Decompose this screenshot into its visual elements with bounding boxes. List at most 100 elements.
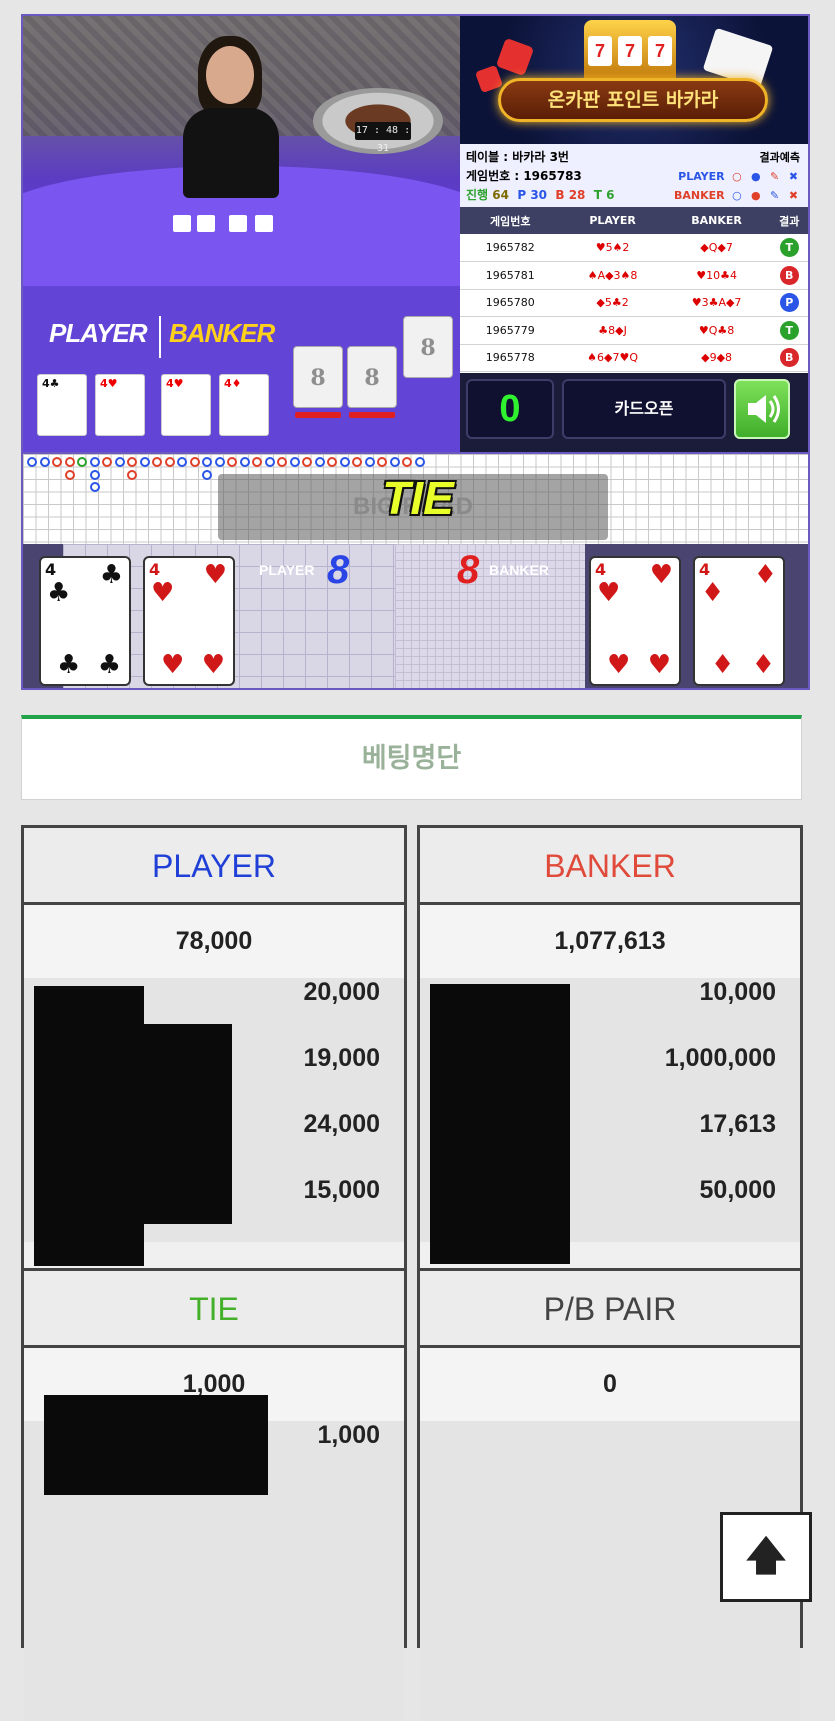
banker-score-label: BANKER bbox=[489, 562, 549, 578]
tie-count: T 6 bbox=[593, 188, 615, 202]
road-marker bbox=[227, 457, 237, 467]
road-marker bbox=[127, 457, 137, 467]
card-shoe: 8 bbox=[403, 316, 453, 378]
table-row: 1965778 ♠6◆7♥Q ◆9◆8 B bbox=[460, 344, 808, 372]
result-strip: 4 ♣ ♣ ♣ ♣ 4 ♥ ♥ ♥ ♥ PLAYER 8 8 BANKER 4 … bbox=[23, 544, 808, 688]
player-score: 8 bbox=[327, 548, 350, 592]
result-badge-cell: T bbox=[768, 316, 808, 345]
close-icon[interactable]: ✖ bbox=[787, 186, 800, 205]
player-bets-box: PLAYER 78,000 20,000 19,000 24,000 15,00… bbox=[21, 825, 407, 1271]
road-marker bbox=[64, 469, 75, 480]
road-marker bbox=[252, 457, 262, 467]
road-marker bbox=[189, 457, 200, 467]
player-count: P 30 bbox=[517, 188, 548, 202]
result-badge: P bbox=[779, 293, 799, 313]
video-card: 4♣ bbox=[37, 374, 87, 436]
result-banker-cards: ♥Q♣8 bbox=[664, 316, 769, 345]
table-row: 1965779 ♣8◆J ♥Q♣8 T bbox=[460, 316, 808, 345]
road-marker bbox=[239, 457, 250, 467]
redaction-block bbox=[34, 986, 144, 1266]
countdown-display: 0 bbox=[466, 379, 554, 439]
result-banker-cards: ◆9◆8 bbox=[664, 344, 769, 372]
road-marker bbox=[139, 457, 150, 467]
player-bets-title: PLAYER bbox=[24, 828, 404, 905]
result-player-cards: ♠6◆7♥Q bbox=[560, 344, 665, 372]
road-marker bbox=[177, 457, 187, 467]
table-name: 테이블 : 바카라 3번 bbox=[466, 150, 569, 164]
road-marker bbox=[202, 457, 212, 467]
video-card: 4♦ bbox=[219, 374, 269, 436]
road-marker bbox=[64, 457, 75, 467]
predict-player-row: PLAYER ○ ● ✎ ✖ bbox=[678, 167, 800, 186]
road-marker bbox=[352, 457, 362, 467]
video-clock: 17 : 48 : 31 bbox=[355, 122, 411, 154]
result-game-no: 1965778 bbox=[460, 344, 561, 372]
result-game-no: 1965780 bbox=[460, 289, 561, 317]
betting-list-header: 베팅명단 bbox=[21, 715, 802, 800]
banner-title: 온카판 포인트 바카라 bbox=[498, 78, 768, 122]
predict-banker-odd[interactable]: ○ bbox=[730, 186, 743, 205]
result-badge-cell: B bbox=[768, 344, 808, 372]
road-marker bbox=[52, 457, 62, 467]
road-marker bbox=[114, 457, 125, 467]
card-shoe: 8 bbox=[293, 346, 343, 408]
predict-banker-even[interactable]: ● bbox=[749, 186, 762, 205]
result-badge-cell: P bbox=[768, 289, 808, 317]
pencil-icon[interactable]: ✎ bbox=[768, 167, 781, 186]
pencil-icon[interactable]: ✎ bbox=[768, 186, 781, 205]
col-banker: BANKER bbox=[664, 207, 769, 234]
banker-card: 4 ♦ ♦ ♦ ♦ bbox=[693, 556, 785, 686]
sound-toggle-button[interactable] bbox=[734, 379, 790, 439]
road-marker bbox=[152, 457, 162, 467]
shoe-base bbox=[295, 412, 341, 418]
result-game-no: 1965779 bbox=[460, 316, 561, 345]
predict-label: 결과예측 bbox=[759, 151, 800, 164]
redaction-block bbox=[142, 1024, 232, 1224]
result-badge-cell: B bbox=[768, 261, 808, 290]
dealer-body bbox=[183, 108, 279, 198]
road-marker bbox=[89, 469, 100, 480]
scroll-top-button[interactable]: 🡅 bbox=[720, 1512, 812, 1602]
result-banker-cards: ♥10♣4 bbox=[664, 261, 769, 290]
col-game-no: 게임번호 bbox=[460, 207, 561, 234]
col-result: 결과 bbox=[768, 207, 808, 234]
banker-bets-box: BANKER 1,077,613 10,000 1,000,000 17,613… bbox=[417, 825, 803, 1271]
predict-banker-label: BANKER bbox=[674, 189, 725, 202]
road-marker bbox=[289, 457, 300, 467]
result-badge-cell: T bbox=[768, 234, 808, 262]
road-marker bbox=[127, 469, 137, 480]
arrow-up-icon: 🡅 bbox=[745, 1533, 787, 1579]
redaction-block bbox=[44, 1395, 268, 1495]
player-card: 4 ♥ ♥ ♥ ♥ bbox=[143, 556, 235, 686]
close-icon[interactable]: ✖ bbox=[787, 167, 800, 186]
road-marker bbox=[364, 457, 375, 467]
banker-card: 4 ♥ ♥ ♥ ♥ bbox=[589, 556, 681, 686]
table-card bbox=[173, 215, 191, 232]
dice-icon bbox=[474, 64, 504, 94]
road-marker bbox=[389, 457, 400, 467]
table-card bbox=[255, 215, 273, 232]
results-table: 게임번호 PLAYER BANKER 결과 1965782 ♥5♠2 ◆Q◆7 T 19… bbox=[460, 207, 808, 373]
road-marker bbox=[89, 482, 100, 492]
table-row: 1965782 ♥5♠2 ◆Q◆7 T bbox=[460, 234, 808, 262]
slot-machine-icon: 777 bbox=[584, 20, 676, 78]
result-player-cards: ♠A◆3♠8 bbox=[560, 261, 665, 290]
card-shoe: 8 bbox=[347, 346, 397, 408]
speaker-icon bbox=[748, 395, 780, 423]
banker-score: 8 bbox=[457, 548, 480, 592]
game-banner: 777 온카판 포인트 바카라 bbox=[460, 16, 808, 144]
table-card bbox=[229, 215, 247, 232]
progress-label: 진행 bbox=[466, 188, 489, 202]
col-player: PLAYER bbox=[560, 207, 665, 234]
game-number: 게임번호 : 1965783 bbox=[466, 169, 582, 183]
card-open-button[interactable]: 카드오픈 bbox=[562, 379, 726, 439]
road-marker bbox=[164, 457, 175, 467]
predict-player-odd[interactable]: ○ bbox=[730, 167, 743, 186]
table-row: 1965780 ◆5♣2 ♥3♣A◆7 P bbox=[460, 289, 808, 317]
tie-bets-title: TIE bbox=[24, 1271, 404, 1348]
banker-bets-title: BANKER bbox=[420, 828, 800, 905]
road-marker bbox=[339, 457, 350, 467]
predict-player-even[interactable]: ● bbox=[749, 167, 762, 186]
shoe-base bbox=[349, 412, 395, 418]
predict-banker-row: BANKER ○ ● ✎ ✖ bbox=[674, 186, 800, 205]
